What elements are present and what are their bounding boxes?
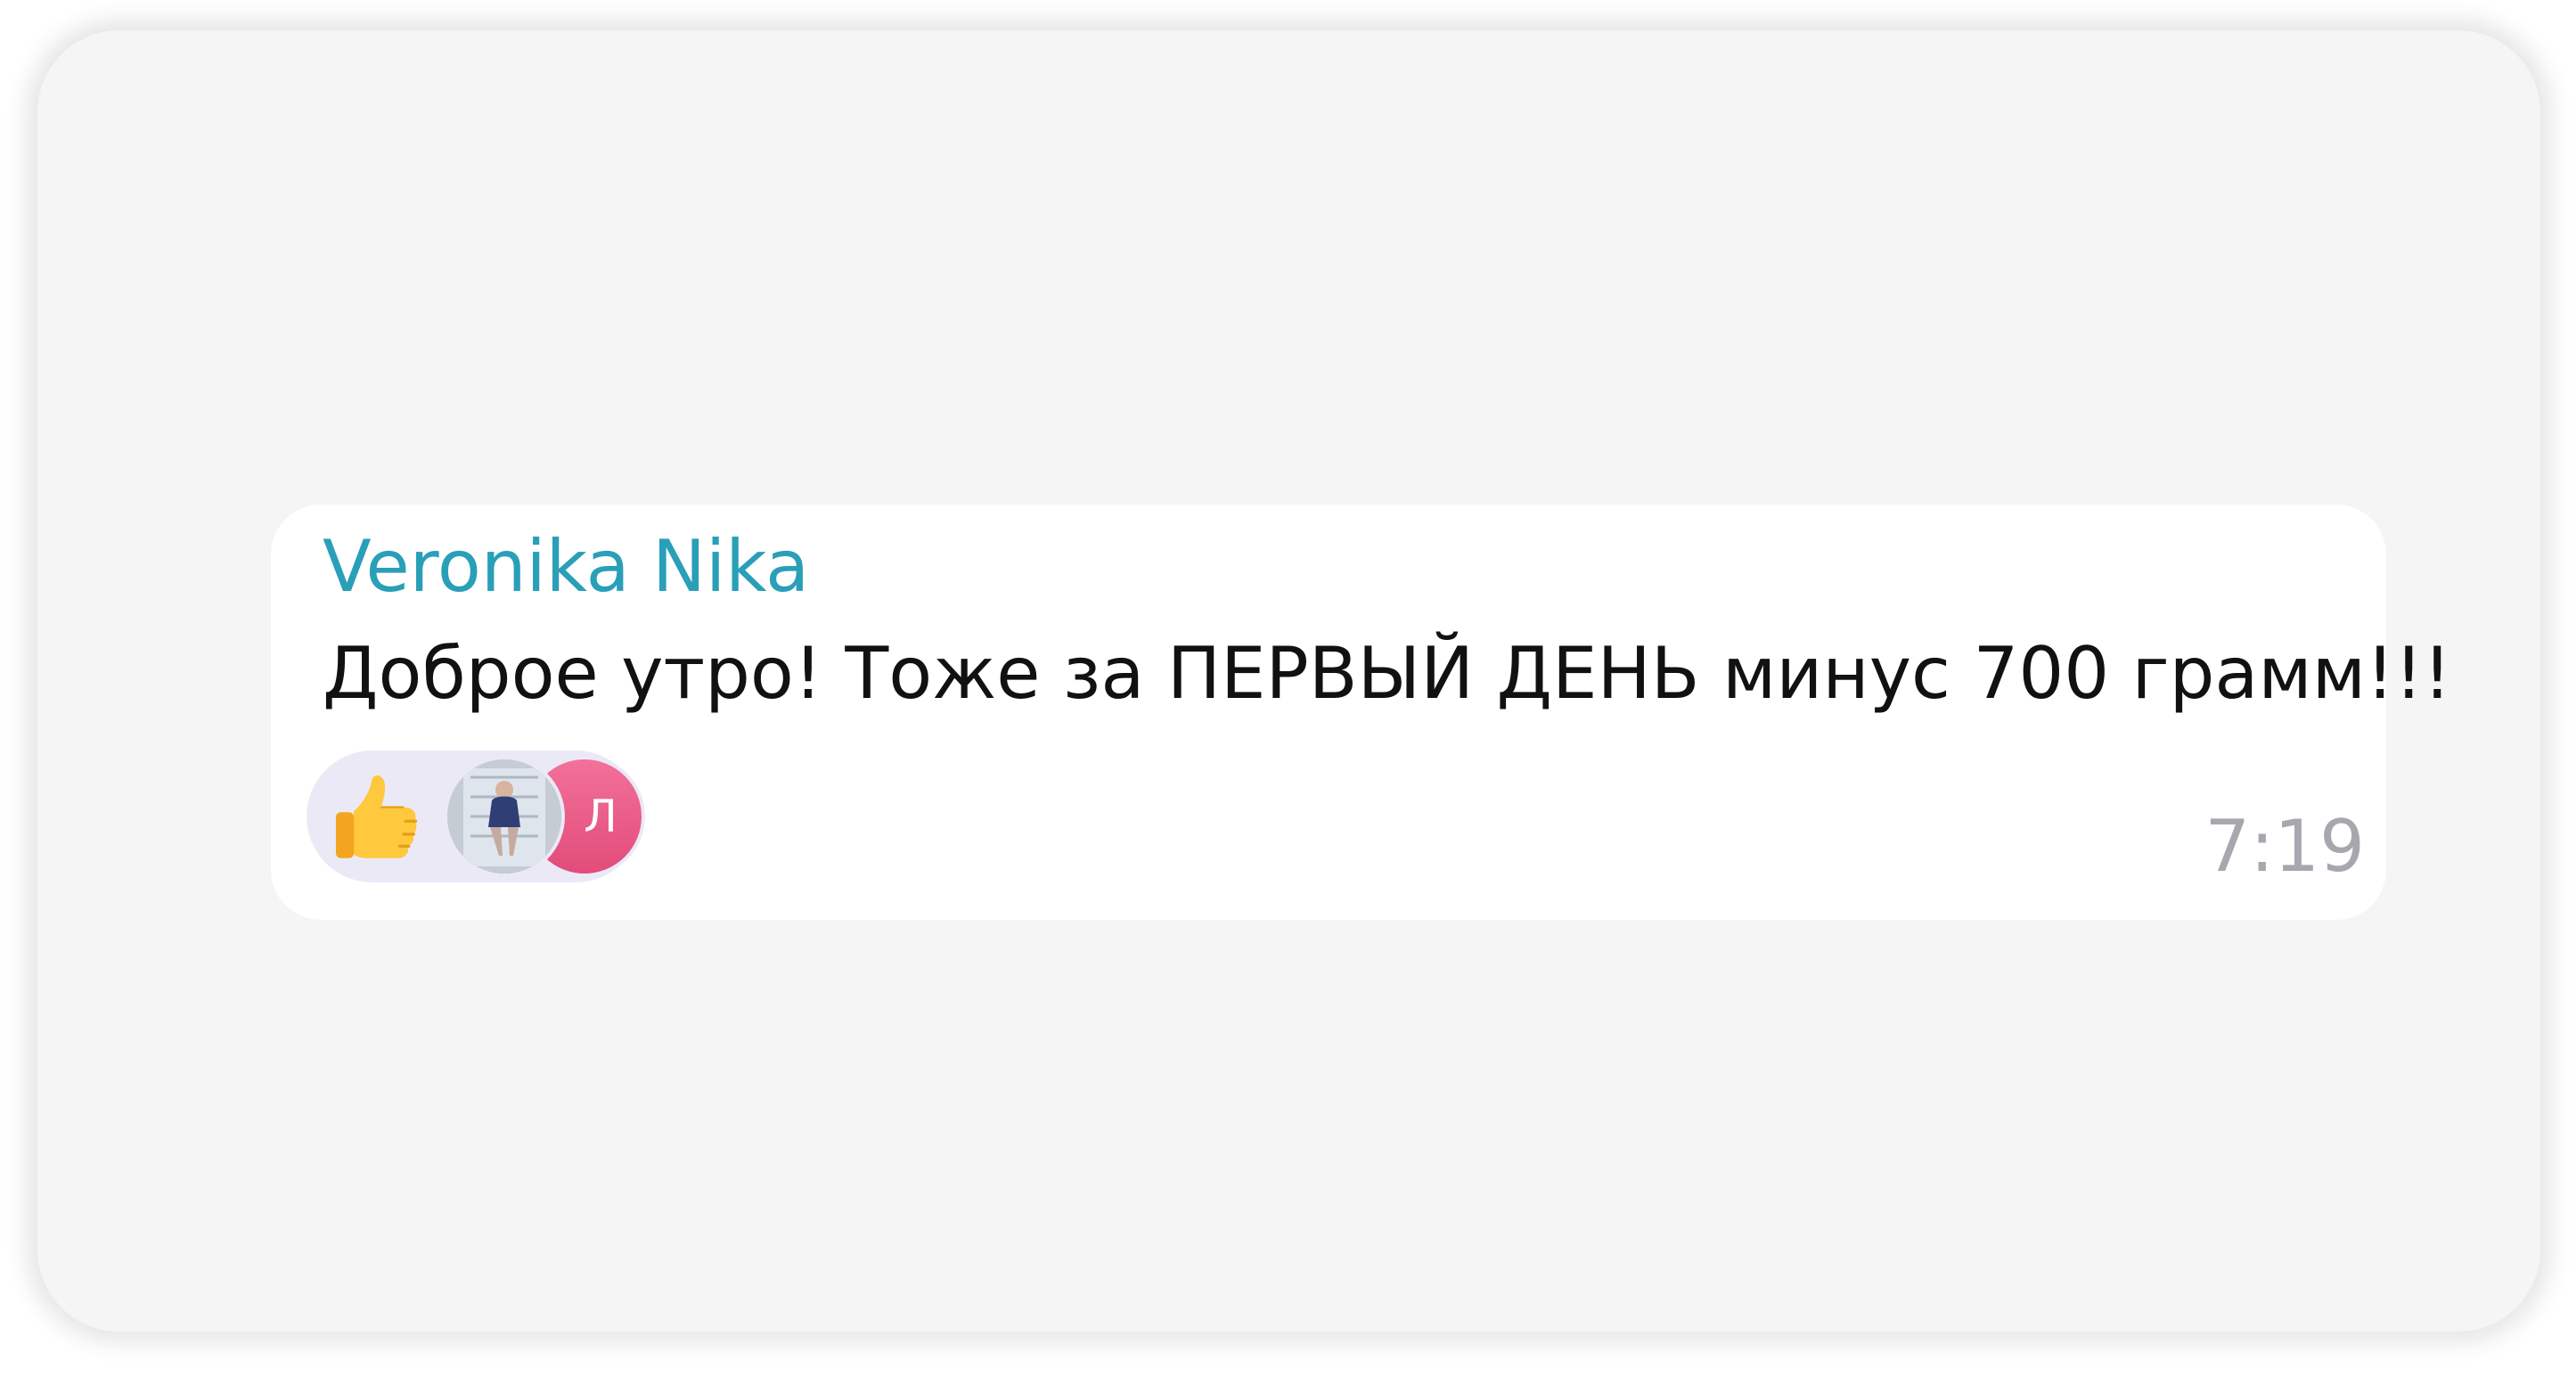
message-time: 7:19 [2204, 805, 2365, 888]
message-bubble[interactable]: Veronika Nika Доброе утро! Тоже за ПЕРВЫ… [271, 504, 2451, 920]
reactor-avatar-initial: Л [584, 791, 617, 842]
chat-background: Veronika Nika Доброе утро! Тоже за ПЕРВЫ… [37, 30, 2540, 1332]
reactor-avatar-photo [444, 756, 565, 877]
person-photo-icon [447, 759, 561, 874]
message-text: Доброе утро! Тоже за ПЕРВЫЙ ДЕНЬ минус 7… [323, 632, 2452, 715]
reaction-chip[interactable]: Л [307, 751, 645, 882]
thumbs-up-icon [335, 775, 418, 858]
sender-name[interactable]: Veronika Nika [323, 522, 809, 611]
